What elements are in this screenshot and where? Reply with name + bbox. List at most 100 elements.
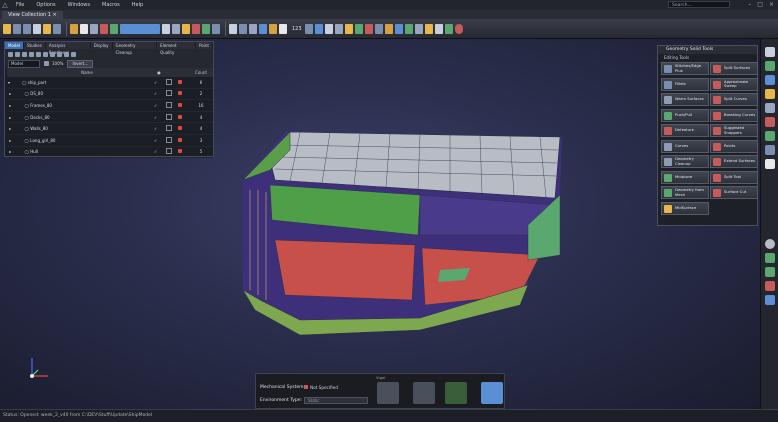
tab-studies[interactable]: Studies — [24, 42, 46, 49]
tool-button-midplane[interactable]: Midplane — [661, 170, 709, 184]
tab-element-quality[interactable]: Element Quality — [157, 42, 197, 55]
report-icon[interactable] — [414, 23, 423, 34]
stack-icon[interactable] — [765, 267, 775, 277]
menu-help[interactable]: Help — [126, 2, 149, 8]
load-tools-icon[interactable] — [765, 117, 775, 127]
mechanical-system-value[interactable]: Not Specified — [310, 385, 338, 390]
table-row[interactable]: ▸ ◯ DS_80 ✓ 2 — [7, 88, 213, 101]
rotate-icon[interactable] — [192, 23, 200, 34]
section-icon[interactable] — [269, 23, 277, 34]
table-row[interactable]: ▸ ◯ Hull ✓ 5 — [7, 146, 213, 159]
search-input[interactable]: Search... — [668, 1, 730, 8]
menu-file[interactable]: File — [10, 2, 30, 8]
results-tools-icon[interactable] — [765, 145, 775, 155]
color-icon[interactable] — [57, 51, 62, 57]
save-icon[interactable] — [13, 23, 21, 34]
eye-icon[interactable]: ✓ — [153, 111, 165, 124]
filter-select[interactable]: Model — [8, 59, 40, 68]
wireframe-icon[interactable] — [71, 51, 76, 57]
expand-icon[interactable]: ▸ — [7, 122, 21, 135]
analysis-icon[interactable] — [765, 131, 775, 141]
expand-icon[interactable]: ▸ — [7, 111, 21, 124]
table-row[interactable]: ▸ ◯ Walls_80 ✓ 4 — [7, 122, 213, 135]
tool-button-cut[interactable]: Surface Cut — [710, 186, 758, 199]
eye-icon[interactable]: ✓ — [153, 134, 165, 147]
stop-icon[interactable] — [454, 23, 463, 34]
eye-icon[interactable]: ✓ — [153, 99, 165, 112]
table-icon[interactable] — [413, 382, 435, 404]
report-tools-icon[interactable] — [765, 159, 775, 169]
tool-button-cleanup[interactable]: Geometry Cleanup — [661, 155, 709, 168]
grid-icon[interactable] — [377, 382, 399, 404]
panel-icon[interactable] — [765, 47, 775, 57]
tool-button-snap[interactable]: Suggested Snappers — [710, 124, 758, 137]
view-front-icon[interactable] — [229, 23, 237, 34]
view-side-icon[interactable] — [259, 23, 267, 34]
tool-button-mesh[interactable]: Geometry from Mesh — [661, 186, 709, 199]
lock-icon[interactable] — [178, 149, 182, 154]
pan-icon[interactable] — [202, 23, 210, 34]
expand-icon[interactable]: ▸ — [7, 99, 21, 112]
geometry-tools-icon[interactable] — [765, 61, 775, 71]
tool-button-extend[interactable]: Extend Surfaces — [710, 155, 758, 168]
tool-button-split-tool[interactable]: Split Tool — [710, 170, 758, 184]
tool-button-break[interactable]: Breaking Curves — [710, 108, 758, 122]
checkbox[interactable] — [166, 148, 172, 155]
checkbox[interactable] — [166, 113, 172, 120]
cut-icon[interactable] — [100, 23, 108, 34]
invert-button[interactable]: Invert... — [67, 59, 94, 68]
import-icon[interactable] — [43, 23, 51, 34]
tab-view-collection[interactable]: View Collection 1 × — [2, 11, 63, 19]
open-icon[interactable] — [3, 23, 11, 34]
tab-geometry-cleanup[interactable]: Geometry Cleanup — [113, 42, 158, 55]
tool-button-points[interactable]: Points — [710, 139, 758, 153]
expand-icon[interactable] — [15, 51, 20, 57]
collapse-icon[interactable] — [22, 51, 27, 57]
checkbox[interactable] — [166, 125, 172, 132]
col-count[interactable]: Count — [189, 68, 213, 77]
eye-icon[interactable]: ✓ — [153, 77, 165, 89]
tool-button-surface[interactable]: Warm Surfaces — [661, 93, 709, 106]
expand-icon[interactable]: ▸ — [7, 134, 21, 147]
tool-button-curves[interactable]: Curves — [661, 139, 709, 153]
layers-icon[interactable] — [765, 253, 775, 263]
tool-button-defeature[interactable]: Defeature — [661, 124, 709, 137]
globe-icon[interactable] — [765, 295, 775, 305]
lock-icon[interactable] — [178, 137, 182, 142]
table-row[interactable]: ▸ ◯ Long_girl_80 ✓ 3 — [7, 134, 213, 147]
lock-icon[interactable] — [178, 126, 182, 131]
active-selection-tool[interactable] — [120, 23, 160, 34]
lock-icon[interactable] — [178, 79, 182, 84]
zoom-icon[interactable] — [212, 23, 220, 34]
ruler-icon[interactable] — [172, 23, 180, 34]
tab-analysis-readiness[interactable]: Analysis Readiness — [46, 42, 91, 55]
menu-options[interactable]: Options — [30, 2, 61, 8]
hide-icon[interactable] — [50, 51, 55, 57]
view-top-icon[interactable] — [249, 23, 257, 34]
lock-icon[interactable] — [178, 91, 182, 96]
expand-icon[interactable]: ▸ — [7, 146, 21, 159]
run-icon[interactable] — [444, 23, 453, 34]
checkbox[interactable] — [166, 90, 172, 97]
running-person-icon[interactable] — [445, 382, 467, 404]
table-row[interactable]: ▸ ◯ Decks_80 ✓ 4 — [7, 111, 213, 124]
lock-icon[interactable] — [178, 102, 182, 107]
table-row[interactable]: ▾ ◯ ship_part ✓ 6 — [7, 77, 213, 89]
maximize-icon[interactable]: □ — [757, 1, 763, 8]
property-tools-icon[interactable] — [765, 89, 775, 99]
environment-type-select[interactable]: Static — [304, 397, 368, 404]
cube-result-icon[interactable] — [481, 382, 503, 404]
tool-button-midsurface[interactable]: MidSurface — [661, 201, 709, 215]
show-icon[interactable] — [43, 51, 48, 57]
checkbox[interactable] — [166, 101, 172, 108]
connector-icon[interactable] — [765, 103, 775, 113]
mesh-tools-icon[interactable] — [765, 75, 775, 85]
menu-macros[interactable]: Macros — [96, 2, 126, 8]
menu-windows[interactable]: Windows — [62, 2, 96, 8]
table-row[interactable]: ▸ ◯ Frames_80 ✓ 16 — [7, 99, 213, 112]
view-iso-icon[interactable] — [239, 23, 247, 34]
grid-icon[interactable] — [304, 23, 313, 34]
tab-model[interactable]: Model — [5, 42, 25, 49]
close-icon[interactable]: × — [769, 1, 774, 8]
light-icon[interactable] — [182, 23, 190, 34]
